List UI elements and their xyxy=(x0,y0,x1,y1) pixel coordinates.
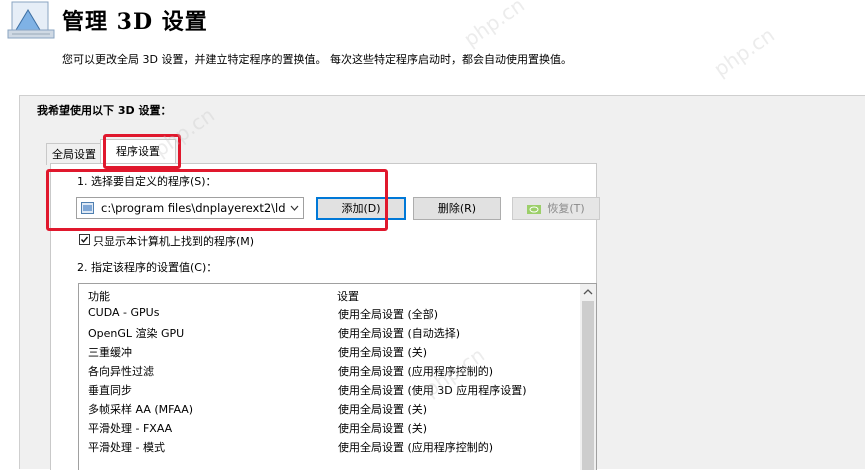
specify-settings-label: 2. 指定该程序的设置值(C)： xyxy=(77,261,218,274)
column-header-feature[interactable]: 功能 xyxy=(88,288,110,304)
row-setting: 使用全局设置 (全部) xyxy=(338,308,439,321)
table-row[interactable]: 各向异性过滤 使用全局设置 (应用程序控制的) xyxy=(79,360,581,379)
chevron-down-icon xyxy=(290,205,299,211)
checkmark-icon xyxy=(80,236,89,243)
row-feature: OpenGL 渲染 GPU xyxy=(88,327,185,340)
table-row[interactable]: 三重缓冲 使用全局设置 (关) xyxy=(79,341,581,360)
page-header: 管理 3D 设置 xyxy=(0,0,865,44)
column-header-setting[interactable]: 设置 xyxy=(337,288,359,304)
select-program-label: 1. 选择要自定义的程序(S)： xyxy=(77,175,217,188)
table-row[interactable]: CUDA - GPUs 使用全局设置 (全部) xyxy=(79,303,581,322)
show-found-programs-checkbox[interactable] xyxy=(79,234,90,245)
table-row[interactable]: 垂直同步 使用全局设置 (使用 3D 应用程序设置) xyxy=(79,379,581,398)
row-setting: 使用全局设置 (关) xyxy=(338,346,428,359)
vertical-scrollbar[interactable] xyxy=(580,284,596,470)
nvidia-3d-settings-icon xyxy=(7,1,55,39)
row-setting: 使用全局设置 (关) xyxy=(338,422,428,435)
row-feature: 多帧采样 AA (MFAA) xyxy=(88,403,194,416)
table-row[interactable]: 平滑处理 - 模式 使用全局设置 (应用程序控制的) xyxy=(79,436,581,455)
restore-button[interactable]: 恢复(T) xyxy=(512,197,600,220)
settings-group: 我希望使用以下 3D 设置： 全局设置 程序设置 1. 选择要自定义的程序(S)… xyxy=(19,95,865,470)
scrollbar-thumb[interactable] xyxy=(582,301,594,470)
settings-list-header: 功能 设置 xyxy=(79,284,581,303)
row-feature: CUDA - GPUs xyxy=(88,306,160,319)
program-select-value: c:\program files\dnplayerext2\ld... xyxy=(101,201,286,215)
nvidia-icon xyxy=(527,204,542,214)
row-setting: 使用全局设置 (应用程序控制的) xyxy=(338,441,494,454)
scroll-up-icon[interactable] xyxy=(580,284,596,300)
page-description: 您可以更改全局 3D 设置，并建立特定程序的置换值。 每次这些特定程序启动时，都… xyxy=(62,53,572,66)
row-feature: 各向异性过滤 xyxy=(88,365,154,378)
add-program-button[interactable]: 添加(D) xyxy=(316,197,406,220)
row-setting: 使用全局设置 (关) xyxy=(338,403,428,416)
table-row[interactable]: 多帧采样 AA (MFAA) 使用全局设置 (关) xyxy=(79,398,581,417)
program-settings-panel: 1. 选择要自定义的程序(S)： c:\program files\dnplay… xyxy=(50,163,600,470)
row-feature: 垂直同步 xyxy=(88,384,132,397)
row-setting: 使用全局设置 (自动选择) xyxy=(338,327,461,340)
row-feature: 平滑处理 - 模式 xyxy=(88,441,165,454)
table-row[interactable]: 平滑处理 - FXAA 使用全局设置 (关) xyxy=(79,417,581,436)
row-feature: 三重缓冲 xyxy=(88,346,132,359)
page-title: 管理 3D 设置 xyxy=(62,9,208,35)
row-feature: 平滑处理 - FXAA xyxy=(88,422,173,435)
settings-list[interactable]: 功能 设置 CUDA - GPUs 使用全局设置 (全部) OpenGL 渲染 … xyxy=(78,283,597,470)
program-icon xyxy=(81,202,94,214)
program-select[interactable]: c:\program files\dnplayerext2\ld... xyxy=(76,197,304,219)
group-title: 我希望使用以下 3D 设置： xyxy=(37,104,172,117)
table-row[interactable]: OpenGL 渲染 GPU 使用全局设置 (自动选择) xyxy=(79,322,581,341)
delete-program-button[interactable]: 删除(R) xyxy=(413,197,501,220)
tab-global-settings[interactable]: 全局设置 xyxy=(46,143,102,165)
show-found-programs-label: 只显示本计算机上找到的程序(M) xyxy=(93,235,255,248)
restore-button-label: 恢复(T) xyxy=(547,202,585,215)
